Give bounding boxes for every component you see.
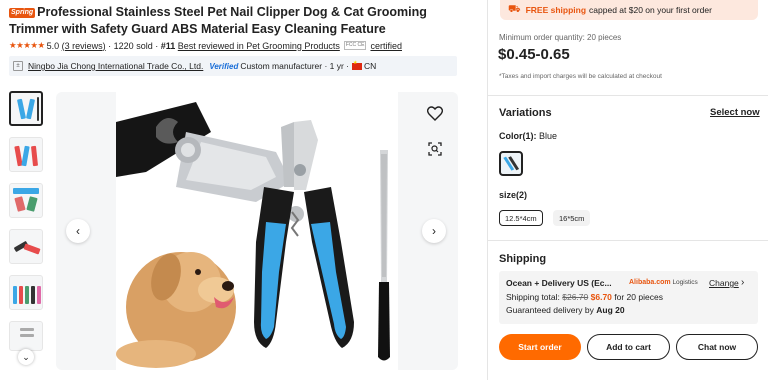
variations-title: Variations — [499, 107, 552, 119]
thumbnail-strip — [9, 91, 45, 362]
shipping-new-price: $6.70 — [590, 292, 612, 302]
size-option-2[interactable]: 16*5cm — [553, 210, 591, 226]
size-label: size(2) — [499, 190, 528, 200]
shipping-qty: for 20 pieces — [614, 292, 663, 302]
color-swatch-blue[interactable] — [499, 151, 523, 176]
image-search-icon[interactable] — [422, 136, 448, 162]
thumbnail-6[interactable] — [9, 321, 43, 351]
logistics-badge: Alibaba.com Logistics — [629, 279, 698, 286]
certification-icon: FCC CE — [343, 41, 367, 50]
nail-clipper-illustration — [116, 102, 390, 368]
color-value: Blue — [539, 131, 558, 141]
sold-count: · 1220 sold · — [108, 40, 159, 51]
rating-row: ★★★★★ 5.0 (3 reviews) · 1220 sold · #11 … — [9, 40, 402, 51]
banner-text: capped at $20 on your first order — [589, 5, 712, 15]
start-order-button[interactable]: Start order — [499, 334, 581, 360]
thumbnail-2[interactable] — [9, 137, 43, 172]
banner-highlight: FREE shipping — [525, 5, 587, 15]
rank-link[interactable]: Best reviewed in Pet Grooming Products — [178, 41, 340, 51]
star-rating-icon: ★★★★★ — [9, 40, 45, 50]
shipping-total: Shipping total: $26.70 $6.70 for 20 piec… — [506, 292, 663, 302]
tax-note: *Taxes and import charges will be calcul… — [499, 73, 662, 80]
logistics-label: Logistics — [672, 279, 698, 286]
color-label: Color(1): Blue — [499, 131, 557, 141]
product-title: Spring Professional Stainless Steel Pet N… — [9, 4, 479, 38]
change-shipping-link[interactable]: Change — [709, 278, 739, 288]
select-now-link[interactable]: Select now — [710, 107, 760, 118]
supplier-type: Custom manufacturer · 1 yr · — [240, 61, 349, 71]
supplier-country: CN — [364, 61, 377, 71]
divider-line — [487, 95, 768, 96]
shipping-old-price: $26.70 — [562, 292, 589, 302]
supplier-bar: ± Ningbo Jia Chong International Trade C… — [9, 56, 457, 76]
guaranteed-delivery: Guaranteed delivery by Aug 20 — [506, 305, 625, 315]
main-product-image: ‹ › — [56, 92, 458, 370]
shipping-method: Ocean + Delivery US (Ec... — [506, 278, 612, 288]
chevron-right-icon[interactable]: › — [741, 277, 744, 288]
chevron-left-icon[interactable]: ‹ — [66, 219, 90, 243]
shipping-box: Ocean + Delivery US (Ec... Alibaba.com L… — [499, 271, 758, 324]
divider-line — [487, 240, 768, 241]
guarantee-date: Aug 20 — [596, 305, 625, 315]
truck-icon: ⛟ — [508, 3, 521, 15]
reviews-link[interactable]: (3 reviews) — [62, 41, 106, 51]
spring-tag: Spring — [9, 8, 36, 18]
product-photo — [116, 92, 398, 370]
thumbnail-4[interactable] — [9, 229, 43, 264]
shipping-title: Shipping — [499, 253, 547, 265]
verified-badge: Verified — [209, 61, 239, 71]
rank-number: #11 — [160, 40, 176, 51]
chevron-down-icon[interactable]: ⌄ — [18, 349, 34, 365]
price-range: $0.45-0.65 — [498, 46, 570, 63]
rating-score: 5.0 — [46, 40, 60, 51]
china-flag-icon — [352, 60, 362, 70]
chevron-right-icon[interactable]: › — [422, 219, 446, 243]
certified-link[interactable]: certified — [370, 41, 402, 51]
logistics-brand: Alibaba.com — [629, 279, 671, 286]
size-option-1[interactable]: 12.5*4cm — [499, 210, 543, 226]
thumbnail-1[interactable] — [9, 91, 43, 126]
supplier-avatar-icon: ± — [13, 61, 23, 71]
color-label-title: Color(1): — [499, 131, 537, 141]
free-shipping-banner: ⛟ FREE shipping capped at $20 on your fi… — [500, 0, 758, 20]
supplier-name-link[interactable]: Ningbo Jia Chong International Trade Co.… — [28, 61, 203, 71]
chat-now-button[interactable]: Chat now — [676, 334, 758, 360]
guarantee-label: Guaranteed delivery by — [506, 305, 594, 315]
add-to-cart-button[interactable]: Add to cart — [587, 334, 670, 360]
thumbnail-3[interactable] — [9, 183, 43, 218]
heart-icon[interactable] — [422, 100, 448, 126]
shipping-total-label: Shipping total: — [506, 292, 560, 302]
column-divider — [487, 0, 488, 380]
product-title-text: Professional Stainless Steel Pet Nail Cl… — [9, 5, 427, 36]
min-order-text: Minimum order quantity: 20 pieces — [499, 33, 622, 42]
thumbnail-5[interactable] — [9, 275, 43, 310]
